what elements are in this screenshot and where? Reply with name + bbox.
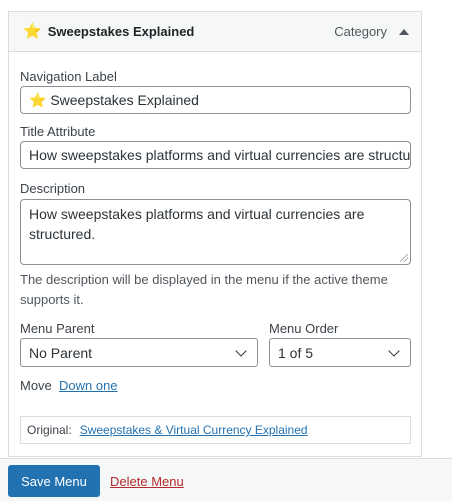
menu-item-title: Sweepstakes Explained bbox=[47, 24, 195, 39]
title-attribute-input[interactable]: How sweepstakes platforms and virtual cu… bbox=[20, 141, 411, 169]
original-link[interactable]: Sweepstakes & Virtual Currency Explained bbox=[80, 423, 308, 437]
menu-order-value: 1 of 5 bbox=[278, 344, 314, 361]
original-label: Original: bbox=[27, 423, 72, 437]
navigation-label-label: Navigation Label bbox=[20, 69, 117, 84]
save-menu-button[interactable]: Save Menu bbox=[8, 465, 100, 497]
menu-item-panel: ⭐ Sweepstakes Explained Category Navigat… bbox=[8, 11, 422, 457]
star-icon: ⭐ bbox=[23, 23, 42, 40]
collapse-arrow-icon[interactable] bbox=[399, 28, 409, 35]
menu-item-header[interactable]: ⭐ Sweepstakes Explained Category bbox=[9, 12, 421, 52]
resize-handle-icon[interactable] bbox=[400, 254, 408, 262]
original-box: Original: Sweepstakes & Virtual Currency… bbox=[20, 416, 411, 444]
title-attribute-label: Title Attribute bbox=[20, 124, 96, 139]
menu-parent-value: No Parent bbox=[29, 344, 93, 361]
delete-menu-link[interactable]: Delete Menu bbox=[110, 474, 184, 489]
chevron-down-icon bbox=[388, 344, 400, 357]
menu-item-type: Category bbox=[334, 24, 387, 39]
chevron-down-icon bbox=[235, 344, 247, 357]
description-textarea[interactable]: How sweepstakes platforms and virtual cu… bbox=[20, 199, 411, 265]
move-down-one-link[interactable]: Down one bbox=[59, 378, 118, 393]
description-hint: The description will be displayed in the… bbox=[20, 272, 388, 307]
navigation-label-input[interactable]: ⭐ Sweepstakes Explained bbox=[20, 86, 411, 114]
description-text: How sweepstakes platforms and virtual cu… bbox=[29, 206, 365, 242]
move-label: Move bbox=[20, 378, 52, 393]
menu-order-select[interactable]: 1 of 5 bbox=[269, 338, 411, 367]
menu-parent-label: Menu Parent bbox=[20, 321, 95, 336]
menu-parent-select[interactable]: No Parent bbox=[20, 338, 258, 367]
menu-order-label: Menu Order bbox=[269, 321, 339, 336]
description-label: Description bbox=[20, 181, 86, 196]
